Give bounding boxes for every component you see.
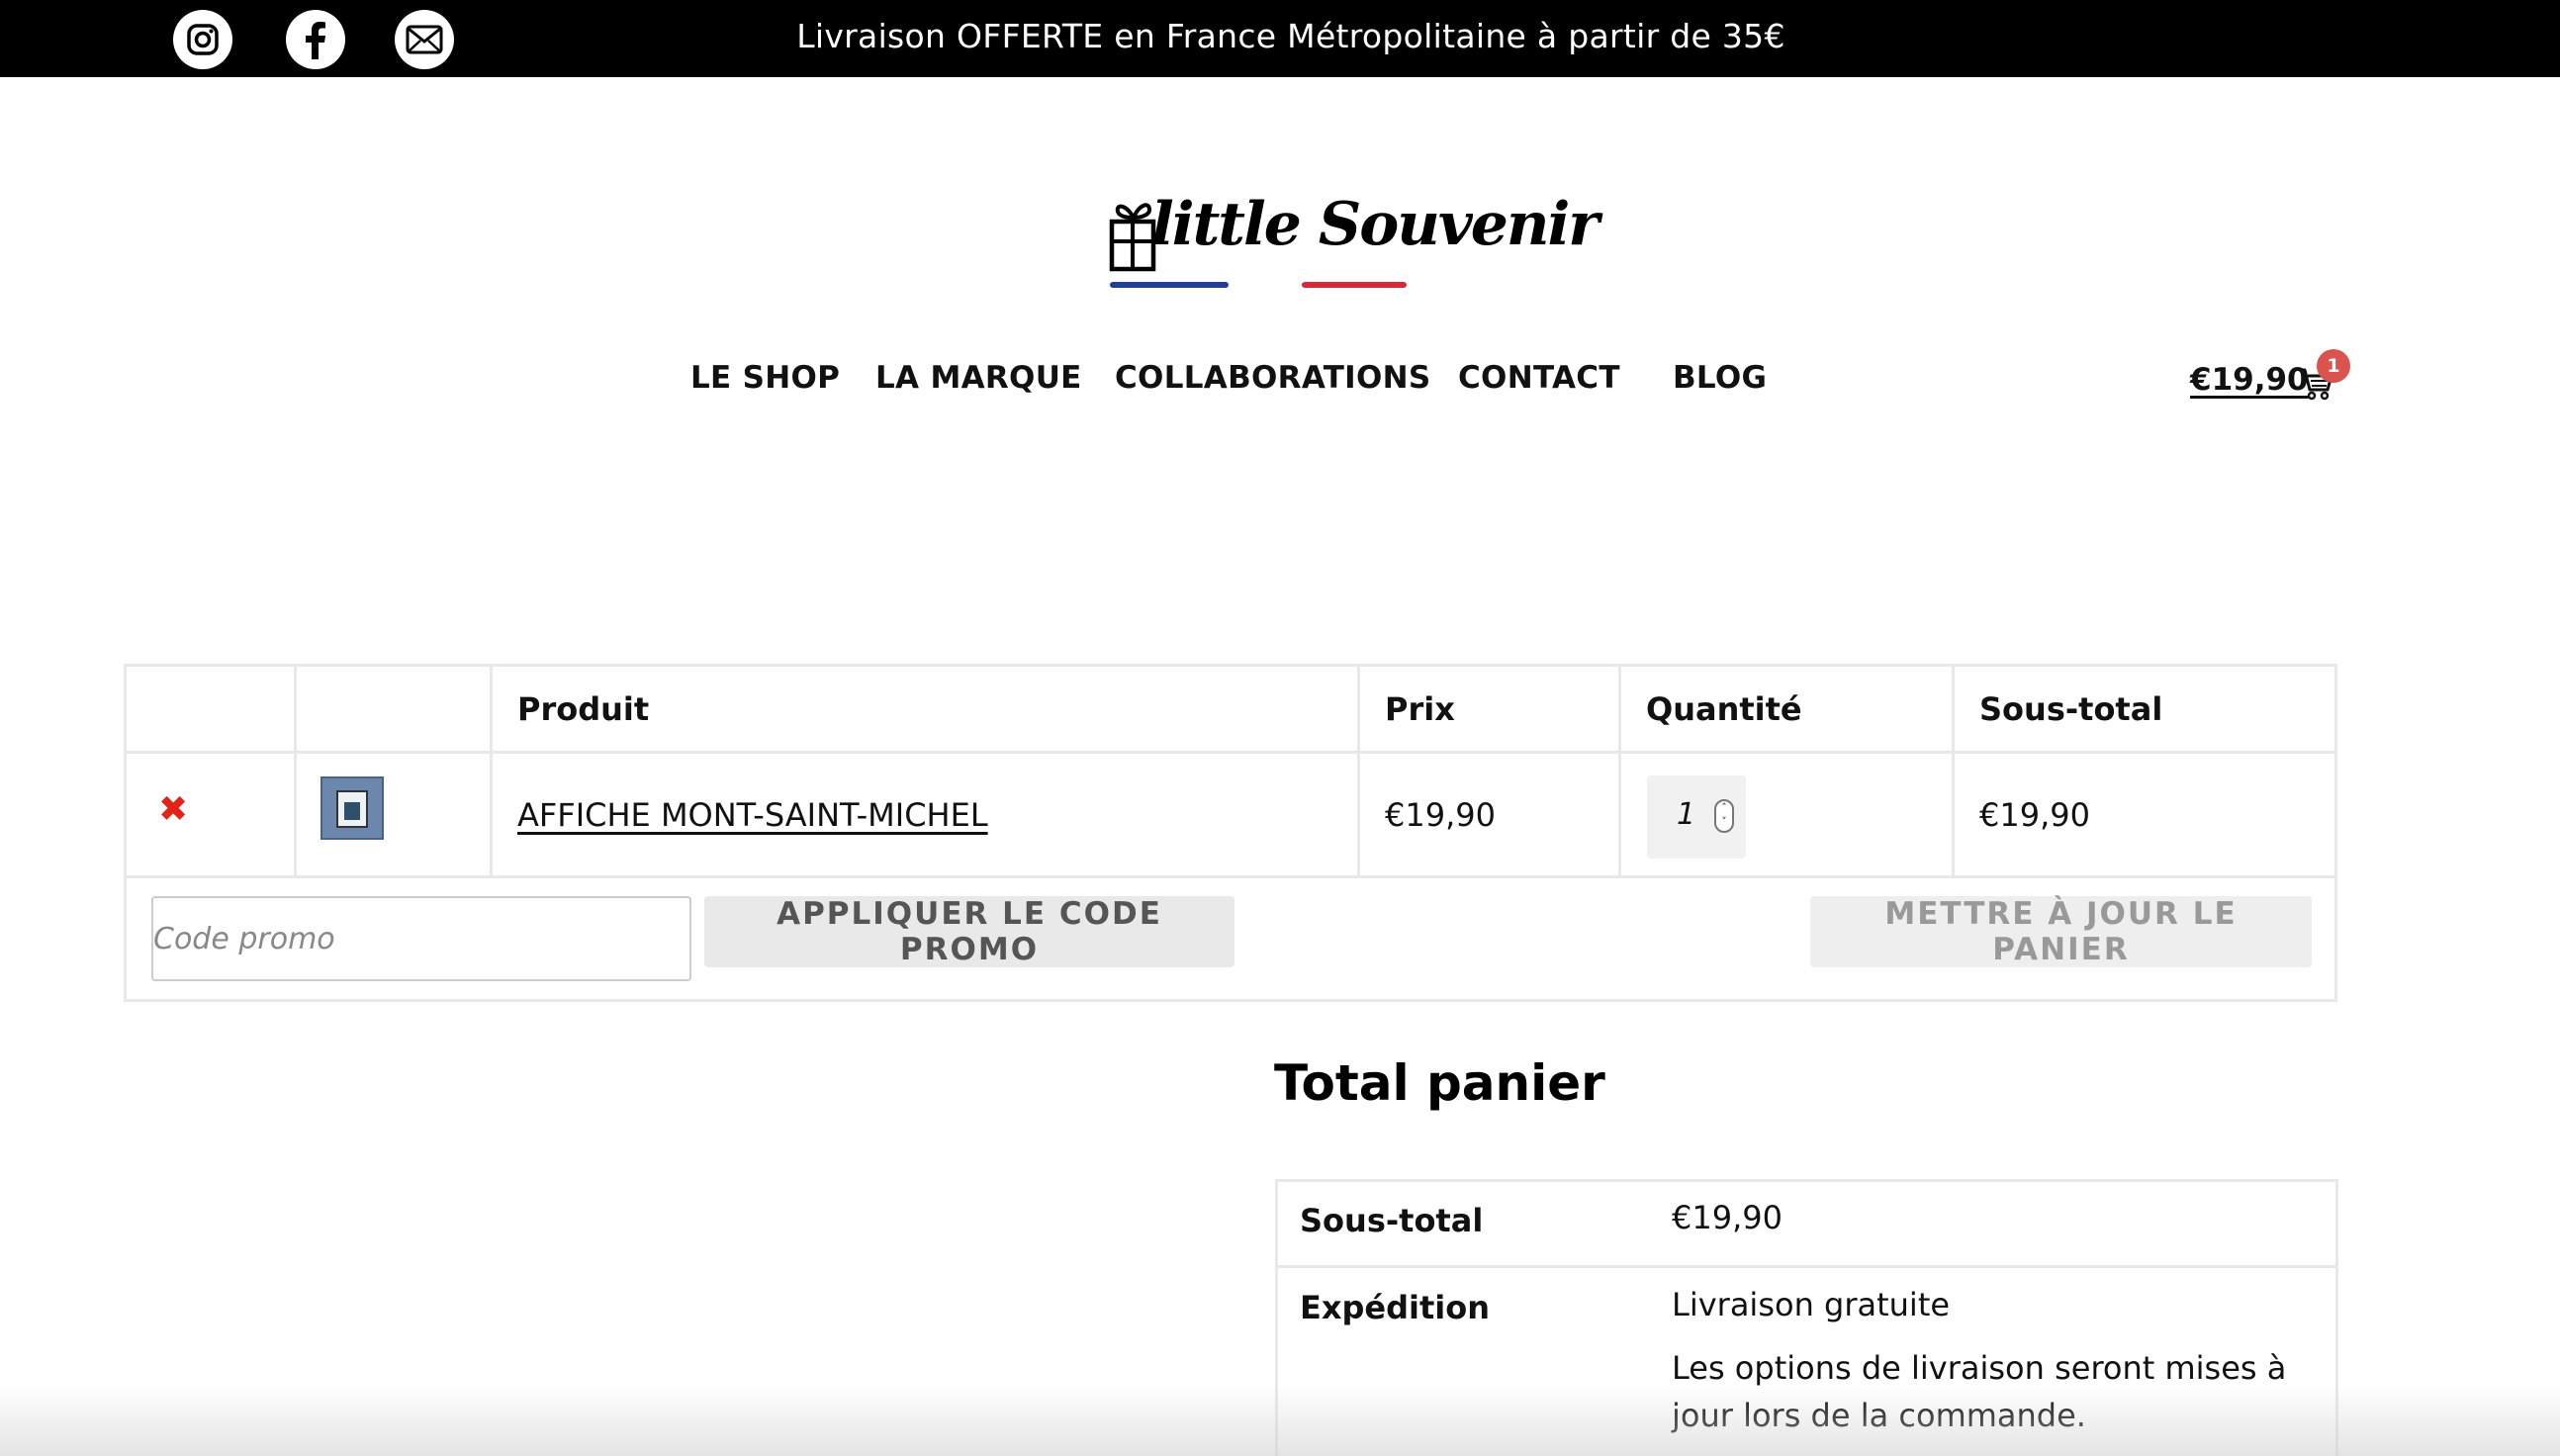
nav-item-contact[interactable]: CONTACT bbox=[1458, 360, 1620, 396]
shipping-note-line2: jour lors de la commande. bbox=[1672, 1397, 2086, 1434]
nav-item-le-shop[interactable]: LE SHOP bbox=[690, 360, 840, 396]
site-logo[interactable]: little Souvenir bbox=[1102, 190, 1600, 299]
col-divider bbox=[294, 667, 297, 877]
mini-cart-total[interactable]: €19,90 bbox=[2190, 362, 2309, 398]
col-divider bbox=[1618, 667, 1621, 877]
remove-item-button[interactable]: ✖ bbox=[158, 789, 188, 830]
nav-item-collaborations[interactable]: COLLABORATIONS bbox=[1115, 360, 1431, 396]
header-quantity: Quantité bbox=[1646, 690, 1802, 728]
subtotal-value: €19,90 bbox=[1672, 1199, 1783, 1236]
product-price: €19,90 bbox=[1385, 796, 1496, 834]
shipping-note-line1: Les options de livraison seront mises à bbox=[1672, 1349, 2287, 1387]
update-cart-button[interactable]: METTRE À JOUR LE PANIER bbox=[1810, 896, 2312, 967]
shipping-label: Expédition bbox=[1300, 1289, 1491, 1326]
logo-wordmark: little Souvenir bbox=[1151, 190, 1600, 259]
totals-divider bbox=[1278, 1265, 2335, 1268]
nav-item-la-marque[interactable]: LA MARQUE bbox=[875, 360, 1082, 396]
logo-red-stroke bbox=[1302, 282, 1407, 288]
cart-totals-title: Total panier bbox=[1274, 1054, 1605, 1112]
subtotal-label: Sous-total bbox=[1300, 1202, 1484, 1239]
announcement-bar: Livraison OFFERTE en France Métropolitai… bbox=[0, 0, 2560, 77]
col-divider bbox=[1357, 667, 1360, 877]
cart-totals-table: Sous-total €19,90 Expédition Livraison g… bbox=[1275, 1179, 2338, 1456]
header-product: Produit bbox=[517, 690, 650, 728]
product-subtotal: €19,90 bbox=[1979, 796, 2090, 834]
col-divider bbox=[490, 667, 493, 877]
cart-count-badge: 1 bbox=[2317, 349, 2350, 383]
nav-item-blog[interactable]: BLOG bbox=[1673, 360, 1767, 396]
cart-table: Produit Prix Quantité Sous-total ✖ AFFIC… bbox=[124, 664, 2337, 1002]
apply-promo-button[interactable]: APPLIQUER LE CODE PROMO bbox=[704, 896, 1234, 967]
product-name-link[interactable]: AFFICHE MONT-SAINT-MICHEL bbox=[517, 796, 988, 834]
table-row-divider bbox=[127, 875, 2334, 878]
poster-image bbox=[336, 790, 368, 828]
quantity-stepper[interactable]: 1 ˄ ˅ bbox=[1647, 775, 1746, 859]
col-divider bbox=[1952, 667, 1955, 877]
shipping-value: Livraison gratuite bbox=[1672, 1286, 1951, 1323]
product-thumbnail[interactable] bbox=[320, 776, 384, 840]
quantity-value: 1 bbox=[1677, 797, 1696, 832]
logo-blue-stroke bbox=[1110, 282, 1229, 288]
table-header-divider bbox=[127, 751, 2334, 754]
promo-code-input[interactable] bbox=[151, 896, 691, 981]
announcement-text: Livraison OFFERTE en France Métropolitai… bbox=[796, 17, 1785, 55]
header-price: Prix bbox=[1385, 690, 1455, 728]
spinner-arrows-icon[interactable]: ˄ ˅ bbox=[1714, 799, 1734, 833]
header-subtotal: Sous-total bbox=[1979, 690, 2163, 728]
